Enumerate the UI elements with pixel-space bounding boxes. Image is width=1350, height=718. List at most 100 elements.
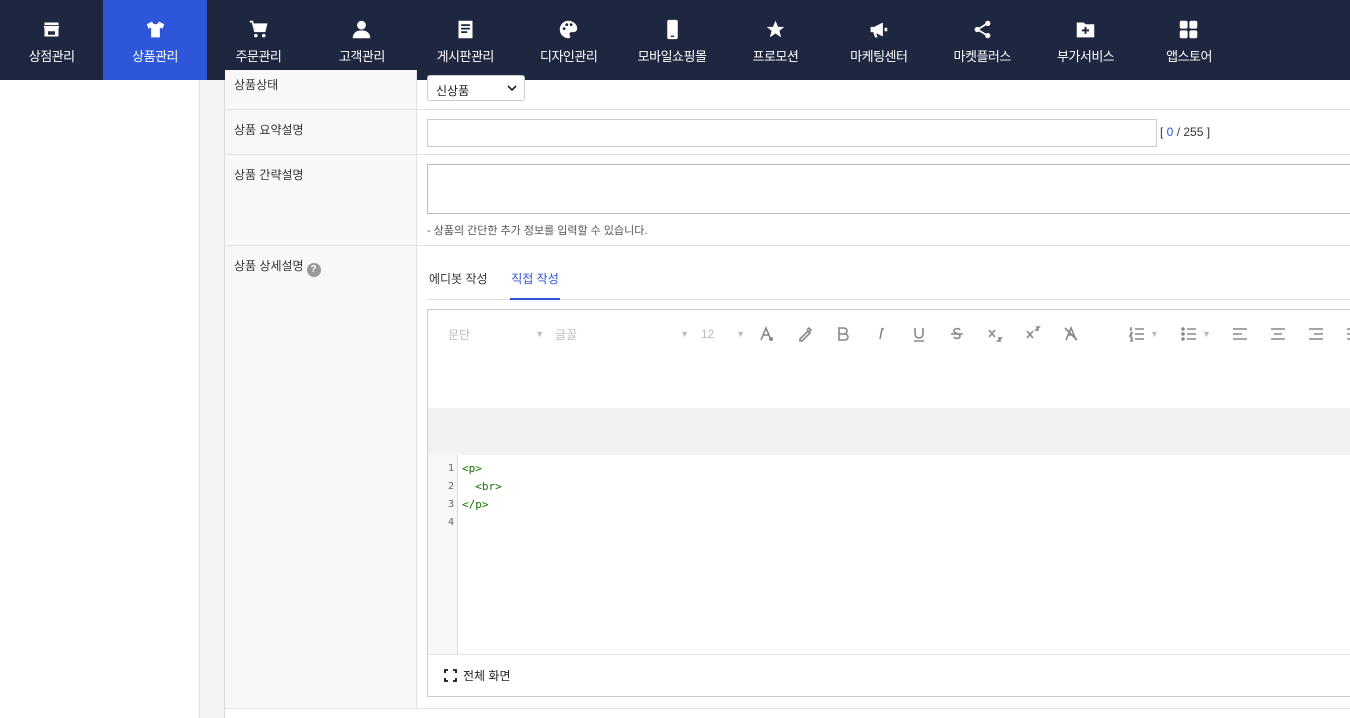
- summary-row: 상품 요약설명 [ 0 / 255 ]: [225, 110, 1350, 155]
- brief-label: 상품 간략설명: [225, 155, 417, 245]
- nav-item-design[interactable]: 디자인관리: [517, 0, 620, 80]
- nav-item-orders[interactable]: 주문관리: [207, 0, 310, 80]
- highlighter-icon: [799, 326, 813, 342]
- counter-open: [: [1160, 125, 1167, 139]
- status-label: 상품상태: [225, 70, 417, 109]
- chevron-down-icon: ▼: [736, 329, 745, 339]
- bullet-list-button[interactable]: ▼: [1180, 324, 1211, 344]
- code-view[interactable]: 1 2 3 4 <p> <br> </p>: [428, 455, 1350, 655]
- underline-icon: [914, 328, 924, 342]
- summary-char-counter: [ 0 / 255 ]: [1160, 125, 1210, 139]
- detail-row: 상품 상세설명? 에디봇 작성 직접 작성 문단 ▼ 글꼴 ▼ 12 ▼ ▼ ▼…: [225, 246, 1350, 709]
- brief-hint: - 상품의 간단한 추가 정보를 입력할 수 있습니다.: [427, 225, 648, 237]
- board-icon: [454, 18, 476, 40]
- summary-input[interactable]: [427, 119, 1157, 147]
- strikethrough-icon: [951, 327, 963, 340]
- nav-item-promotion[interactable]: 프로모션: [724, 0, 827, 80]
- paragraph-select[interactable]: 문단 ▼: [448, 324, 544, 344]
- nav-item-label: 주문관리: [235, 49, 282, 64]
- nav-item-mobile[interactable]: 모바일쇼핑몰: [620, 0, 723, 80]
- star-icon: [764, 18, 786, 40]
- underline-button[interactable]: [910, 324, 928, 344]
- counter-sep: /: [1173, 125, 1184, 139]
- nav-item-label: 앱스토어: [1166, 49, 1212, 64]
- line-number: 1: [447, 463, 454, 474]
- nav-item-label: 상품관리: [132, 49, 178, 64]
- align-right-button[interactable]: [1307, 324, 1325, 344]
- font-size-select[interactable]: 12 ▼: [701, 324, 745, 344]
- line-number: 4: [447, 517, 454, 528]
- nav-item-marketplus[interactable]: 마켓플러스: [931, 0, 1034, 80]
- clear-format-button[interactable]: [1062, 324, 1080, 344]
- highlight-button[interactable]: [796, 324, 814, 344]
- font-select-value: 글꼴: [555, 327, 578, 342]
- align-left-button[interactable]: [1231, 324, 1249, 344]
- editor-tabs: 에디봇 작성 직접 작성: [427, 262, 1350, 300]
- brief-cell: - 상품의 간단한 추가 정보를 입력할 수 있습니다.: [418, 155, 1350, 245]
- text-color-icon: [760, 325, 773, 341]
- status-row: 상품상태 신상품: [225, 70, 1350, 110]
- nav-item-appstore[interactable]: 앱스토어: [1137, 0, 1240, 80]
- line-number-gutter: 1 2 3 4: [428, 455, 458, 655]
- status-select[interactable]: 신상품: [427, 75, 525, 101]
- chevron-down-icon: ▼: [680, 329, 689, 339]
- strikethrough-button[interactable]: [948, 324, 966, 344]
- status-cell: 신상품: [418, 70, 1350, 109]
- brief-textarea[interactable]: [427, 164, 1350, 214]
- detail-cell: 에디봇 작성 직접 작성 문단 ▼ 글꼴 ▼ 12 ▼ ▼ ▼ 1 2 3 4 …: [418, 246, 1350, 708]
- brief-row: 상품 간략설명 - 상품의 간단한 추가 정보를 입력할 수 있습니다.: [225, 155, 1350, 246]
- tshirt-icon: [144, 18, 166, 40]
- editor-footer: 전체 화면: [428, 654, 1350, 696]
- counter-close: ]: [1203, 125, 1211, 139]
- cart-icon: [247, 18, 269, 40]
- nav-item-label: 모바일쇼핑몰: [637, 49, 707, 64]
- tab-direct-write[interactable]: 직접 작성: [510, 270, 560, 300]
- code-line: <br>: [462, 480, 502, 493]
- code-line: <p>: [462, 462, 482, 475]
- detail-label: 상품 상세설명: [234, 259, 304, 273]
- fullscreen-button[interactable]: 전체 화면: [444, 667, 511, 684]
- nav-item-label: 상점관리: [28, 49, 75, 64]
- subscript-icon: [988, 329, 1003, 342]
- mobile-icon: [661, 18, 683, 40]
- store-icon: [41, 18, 63, 40]
- folder-plus-icon: [1075, 18, 1097, 40]
- nav-item-label: 게시판관리: [436, 49, 495, 64]
- person-icon: [351, 18, 373, 40]
- superscript-icon: [1026, 326, 1041, 339]
- help-icon[interactable]: ?: [306, 263, 321, 277]
- clear-format-icon: [1064, 325, 1078, 341]
- font-select[interactable]: 글꼴 ▼: [555, 324, 689, 344]
- nav-item-label: 프로모션: [752, 49, 799, 64]
- italic-icon: [879, 327, 884, 340]
- text-color-button[interactable]: [758, 324, 776, 344]
- nav-item-label: 마케팅센터: [850, 49, 908, 64]
- share-icon: [971, 18, 993, 40]
- align-justify-button[interactable]: [1345, 324, 1350, 344]
- ordered-list-button[interactable]: ▼: [1128, 324, 1159, 344]
- nav-item-addons[interactable]: 부가서비스: [1034, 0, 1137, 80]
- editor-toolbar: 문단 ▼ 글꼴 ▼ 12 ▼ ▼ ▼: [428, 310, 1350, 408]
- palette-icon: [558, 18, 580, 40]
- ordered-list-icon: [1128, 327, 1144, 342]
- nav-item-label: 디자인관리: [539, 49, 598, 64]
- nav-item-store[interactable]: 상점관리: [0, 0, 103, 80]
- subscript-button[interactable]: [986, 324, 1004, 344]
- align-center-button[interactable]: [1269, 324, 1287, 344]
- nav-item-boards[interactable]: 게시판관리: [414, 0, 517, 80]
- status-select-value: 신상품: [436, 84, 470, 98]
- nav-item-customers[interactable]: 고객관리: [310, 0, 413, 80]
- nav-item-label: 고객관리: [338, 49, 385, 64]
- fullscreen-icon: [444, 669, 457, 682]
- nav-item-marketing[interactable]: 마케팅센터: [827, 0, 930, 80]
- italic-button[interactable]: [872, 324, 890, 344]
- tab-editbot[interactable]: 에디봇 작성: [429, 270, 489, 300]
- apps-grid-icon: [1178, 18, 1200, 40]
- nav-item-products[interactable]: 상품관리: [103, 0, 207, 80]
- bold-icon: [838, 327, 849, 341]
- bold-button[interactable]: [834, 324, 852, 344]
- nav-item-label: 부가서비스: [1056, 49, 1115, 64]
- superscript-button[interactable]: [1024, 324, 1042, 344]
- html-editor: 문단 ▼ 글꼴 ▼ 12 ▼ ▼ ▼ 1 2 3 4 <p> <br> </p>…: [427, 309, 1350, 697]
- nav-item-label: 마켓플러스: [953, 49, 1012, 64]
